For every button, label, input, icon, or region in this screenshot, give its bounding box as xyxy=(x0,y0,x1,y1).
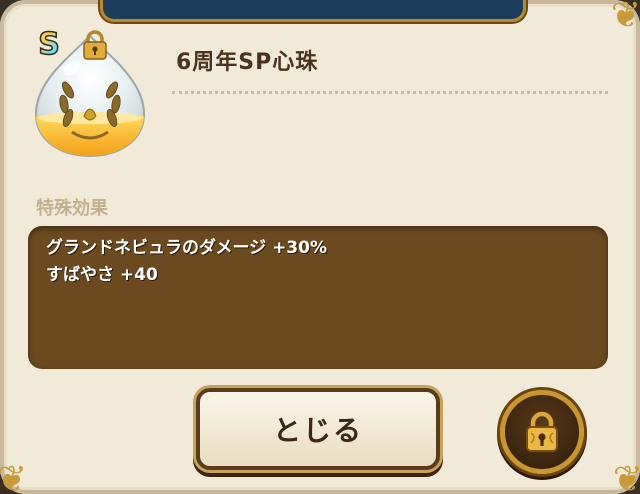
corner-ornament-icon: ❦ xyxy=(610,0,640,36)
effect-line: グランドネビュラのダメージ +30% xyxy=(46,238,328,258)
close-button-label: とじる xyxy=(272,414,363,447)
corner-ornament-icon: ❦ xyxy=(0,459,28,494)
effect-box: グランドネビュラのダメージ +30% すばやさ +40 xyxy=(28,226,608,369)
item-name: 6周年SP心珠 xyxy=(176,50,319,75)
rank-badge: S xyxy=(32,27,66,63)
name-divider xyxy=(172,91,608,94)
effect-line: すばやさ +40 xyxy=(46,265,158,285)
lock-icon xyxy=(83,30,107,60)
dialog-header-strip xyxy=(100,0,526,22)
close-button[interactable]: とじる xyxy=(196,388,440,470)
lock-button[interactable] xyxy=(500,390,584,474)
corner-ornament-icon: ❦ xyxy=(612,459,640,494)
lock-icon xyxy=(526,411,558,452)
item-detail-dialog: ❦ ❦ ❦ S 6周年SP心珠 特殊効果 グランドネビュラのダメージ +30% … xyxy=(0,0,640,494)
special-effect-label: 特殊効果 xyxy=(36,198,108,219)
